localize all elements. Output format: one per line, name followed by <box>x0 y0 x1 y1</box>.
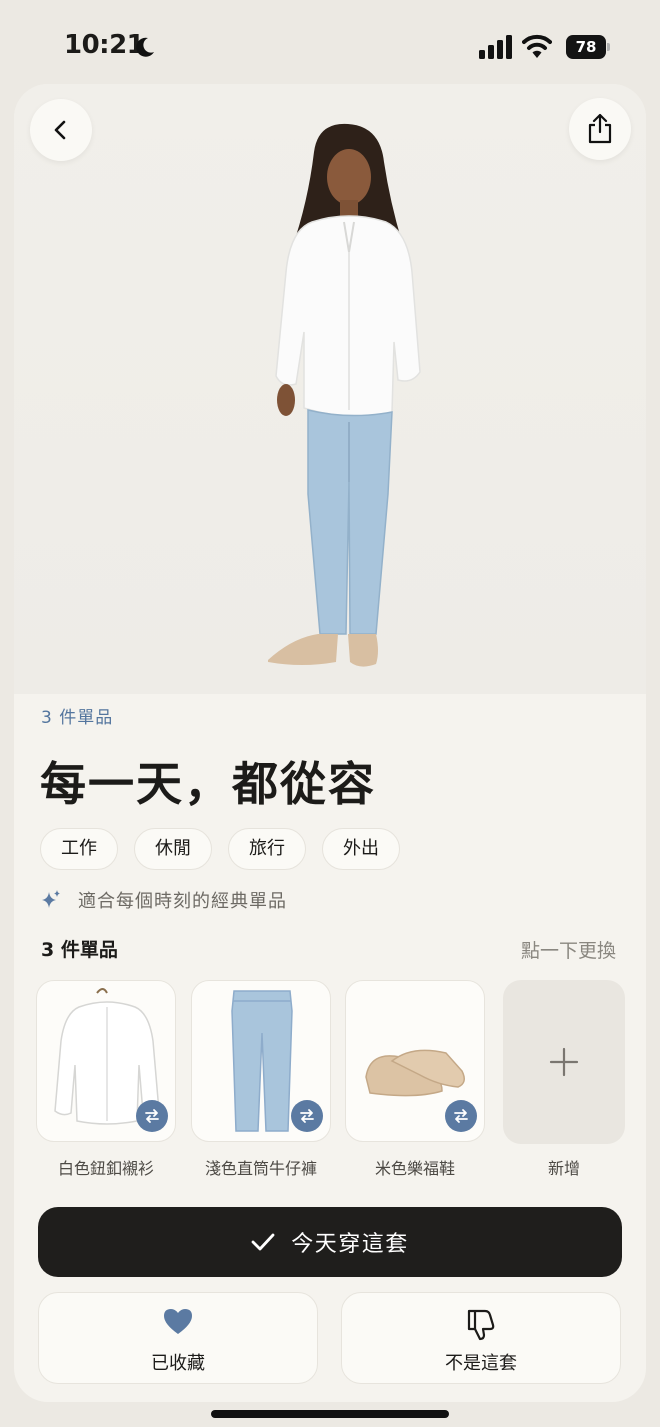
item-card-shirt[interactable] <box>36 980 176 1142</box>
item-name-shirt: 白色鈕釦襯衫 <box>57 1159 154 1178</box>
thumbs-down-icon <box>467 1309 495 1341</box>
share-button[interactable] <box>569 98 631 160</box>
swap-button-shirt[interactable] <box>136 1100 168 1132</box>
share-icon <box>588 113 612 144</box>
item-name-loafers: 米色樂福鞋 <box>374 1159 455 1178</box>
chevron-left-icon <box>54 120 66 140</box>
outfit-card: 3 件單品 每一天，都從容 工作 休閒 旅行 外出 適合每個時刻的經典單品 3 … <box>14 84 646 1402</box>
tag-outing[interactable]: 外出 <box>322 828 400 870</box>
status-time: 10:21 <box>64 30 145 60</box>
item-card-loafers[interactable] <box>345 980 485 1142</box>
model-figure-image <box>268 123 421 667</box>
home-indicator[interactable] <box>211 1410 449 1418</box>
checkmark-icon <box>251 1233 275 1251</box>
swap-hint: 點一下更換 <box>520 940 616 962</box>
status-bar: 10:21 78 <box>0 0 660 90</box>
not-this-label: 不是這套 <box>445 1353 517 1374</box>
swap-icon <box>145 1109 159 1123</box>
wear-today-label: 今天穿這套 <box>291 1232 409 1257</box>
moon-icon <box>136 37 154 57</box>
battery-indicator: 78 <box>566 35 610 59</box>
item-count-label: 3 件單品 <box>41 708 114 728</box>
outfit-note: 適合每個時刻的經典單品 <box>40 887 287 913</box>
tag-casual[interactable]: 休閒 <box>134 828 212 870</box>
swap-icon <box>300 1109 314 1123</box>
swap-icon <box>454 1109 468 1123</box>
wifi-icon <box>522 34 552 58</box>
wear-today-button[interactable]: 今天穿這套 <box>38 1207 622 1277</box>
outfit-hero-image <box>14 84 646 694</box>
items-header: 3 件單品 <box>41 939 118 961</box>
battery-level: 78 <box>575 38 597 56</box>
heart-icon <box>164 1309 192 1334</box>
plus-icon <box>549 1047 579 1077</box>
tag-work[interactable]: 工作 <box>40 828 118 870</box>
swap-button-jeans[interactable] <box>291 1100 323 1132</box>
tag-travel[interactable]: 旅行 <box>228 828 306 870</box>
add-item-label: 新增 <box>547 1159 580 1178</box>
add-item-button[interactable] <box>503 980 625 1144</box>
signal-icon <box>479 35 512 59</box>
outfit-title: 每一天，都從容 <box>40 757 376 811</box>
item-card-jeans[interactable] <box>191 980 331 1142</box>
sparkle-icon <box>42 890 60 908</box>
saved-label: 已收藏 <box>151 1353 205 1374</box>
not-this-button[interactable]: 不是這套 <box>341 1292 621 1384</box>
swap-button-loafers[interactable] <box>445 1100 477 1132</box>
occasion-tags: 工作 休閒 旅行 外出 <box>40 828 400 870</box>
note-text: 適合每個時刻的經典單品 <box>78 891 287 912</box>
back-button[interactable] <box>30 99 92 161</box>
saved-button[interactable]: 已收藏 <box>38 1292 318 1384</box>
item-name-jeans: 淺色直筒牛仔褲 <box>204 1159 317 1178</box>
